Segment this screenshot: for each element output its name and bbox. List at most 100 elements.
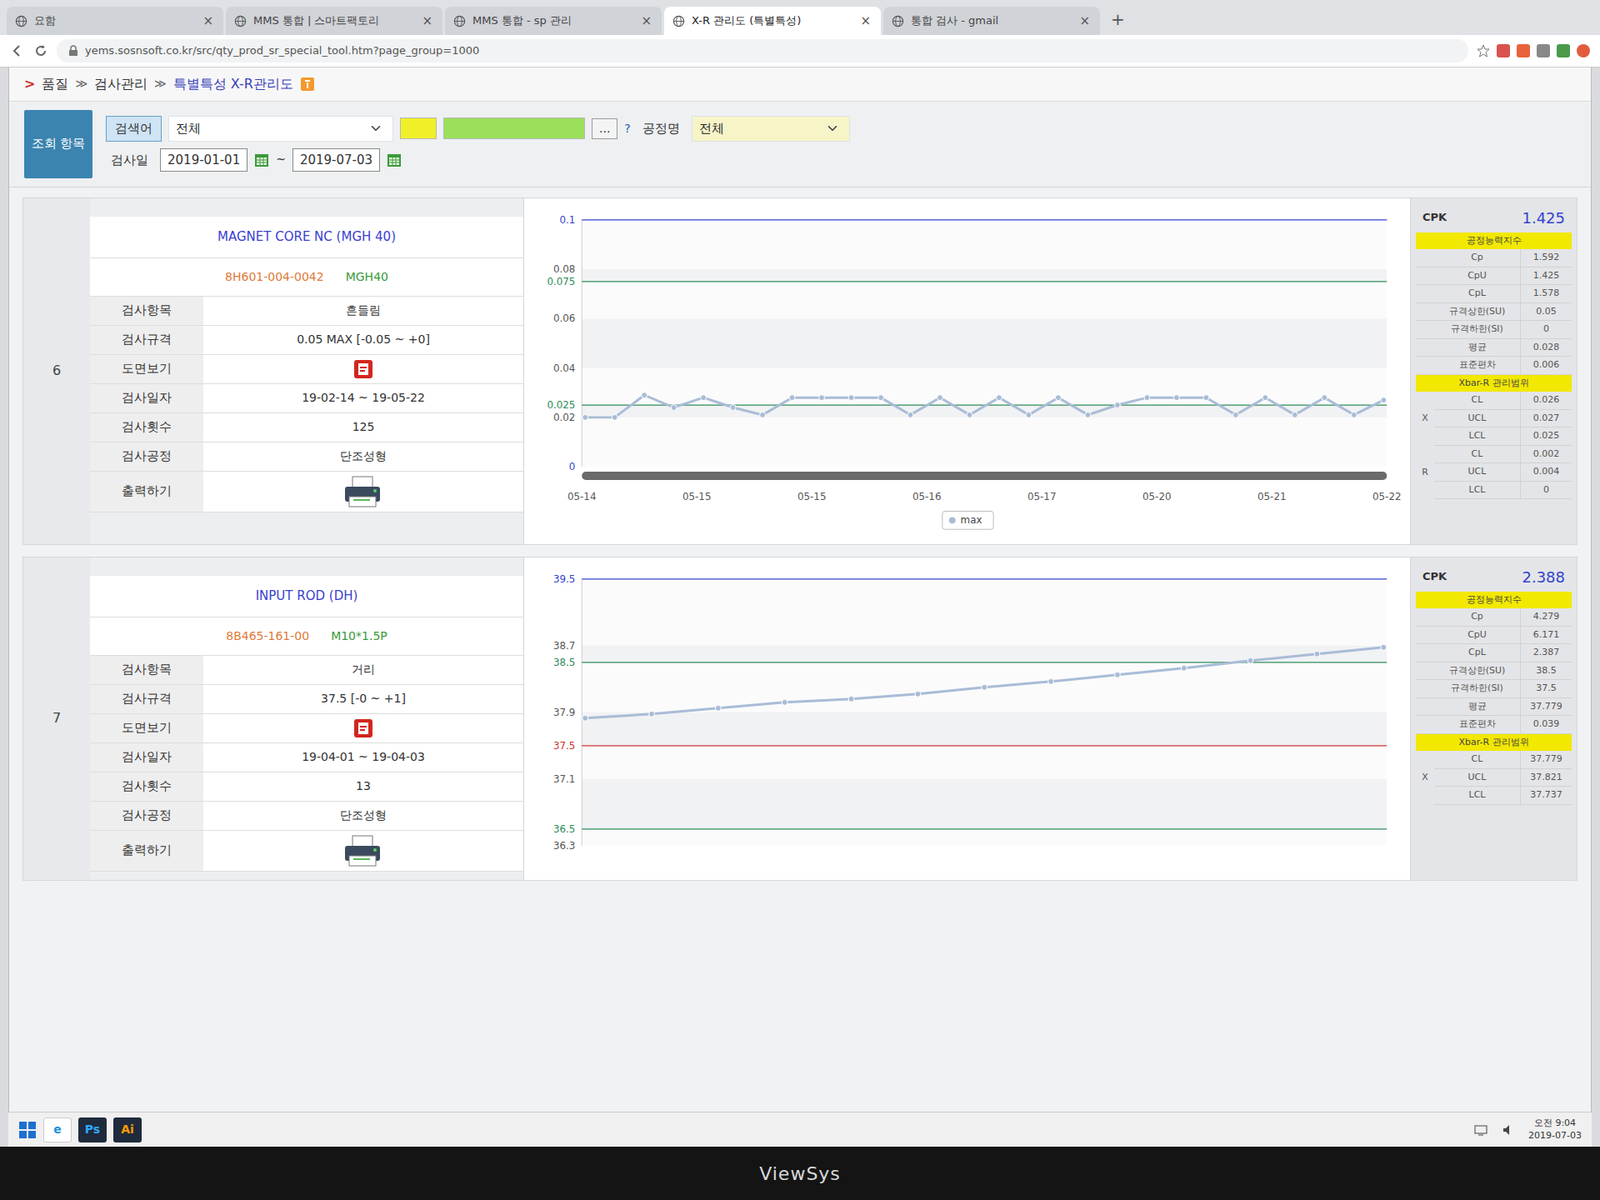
calendar-icon[interactable] <box>254 150 270 169</box>
browser-tab[interactable]: 통합 검사 - gmail× <box>883 6 1100 35</box>
browser-tab[interactable]: MMS 통합 | 스마트팩토리× <box>225 6 443 35</box>
data-point[interactable] <box>1025 411 1032 418</box>
data-point[interactable] <box>641 391 648 398</box>
data-point[interactable] <box>611 414 618 420</box>
axis-tick: 39.5 <box>553 572 575 585</box>
data-point[interactable] <box>1144 394 1150 400</box>
network-icon[interactable] <box>1473 1120 1489 1139</box>
data-point[interactable] <box>1247 657 1254 664</box>
part-title[interactable]: MAGNET CORE NC (MGH 40) <box>90 216 524 259</box>
data-point[interactable] <box>1048 678 1055 685</box>
help-mark[interactable]: ? <box>624 120 630 138</box>
date-to-field[interactable]: 2019-07-03 <box>292 148 380 173</box>
data-point[interactable] <box>1314 650 1320 657</box>
data-point[interactable] <box>781 699 788 705</box>
extension-icon[interactable] <box>1536 44 1550 58</box>
data-point[interactable] <box>878 394 885 400</box>
limit-line <box>581 661 1387 663</box>
stat-value: 0.002 <box>1520 445 1572 464</box>
data-point[interactable] <box>1055 394 1061 400</box>
data-point[interactable] <box>1232 411 1239 418</box>
drawing-icon[interactable] <box>353 718 374 739</box>
data-point[interactable] <box>582 414 589 420</box>
address-field[interactable]: yems.sosnsoft.co.kr/src/qty_prod_sr_spec… <box>56 39 1469 63</box>
field-value: 19-02-14 ~ 19-05-22 <box>203 384 524 413</box>
data-point[interactable] <box>819 394 825 400</box>
keyword-field[interactable] <box>443 117 585 140</box>
scrollbar-track[interactable] <box>581 471 1387 480</box>
taskbar-app[interactable]: Ai <box>113 1117 142 1143</box>
data-point[interactable] <box>700 394 707 400</box>
new-tab-button[interactable]: + <box>1102 3 1134 35</box>
color-field[interactable] <box>400 117 437 140</box>
extension-icon[interactable] <box>1516 44 1530 58</box>
printer-icon[interactable] <box>342 834 385 868</box>
scrollbar-thumb[interactable] <box>581 471 1387 480</box>
data-point[interactable] <box>670 404 677 410</box>
data-point[interactable] <box>1380 644 1387 650</box>
browser-tab[interactable]: X-R 관리도 (특별특성)× <box>664 6 881 35</box>
data-point[interactable] <box>1350 411 1357 418</box>
volume-icon[interactable] <box>1501 1120 1515 1139</box>
extension-icon[interactable] <box>1556 44 1570 58</box>
process-select[interactable]: 전체 <box>691 115 850 142</box>
query-items-button[interactable]: 조회 항목 <box>24 110 93 179</box>
data-point[interactable] <box>789 394 795 400</box>
data-point[interactable] <box>730 404 736 410</box>
field-row: 검사항목거리 <box>90 655 524 685</box>
data-point[interactable] <box>1114 671 1120 678</box>
data-point[interactable] <box>1114 401 1120 408</box>
breadcrumb-item[interactable]: 품질 <box>41 74 69 95</box>
data-point[interactable] <box>1173 394 1180 400</box>
breadcrumb-item[interactable]: 검사관리 <box>94 74 148 95</box>
data-point[interactable] <box>907 411 914 418</box>
data-point[interactable] <box>649 710 655 717</box>
taskbar-app[interactable]: Ps <box>78 1117 107 1143</box>
data-point[interactable] <box>582 715 589 721</box>
data-point[interactable] <box>915 690 921 697</box>
data-point[interactable] <box>848 394 855 400</box>
date-from-field[interactable]: 2019-01-01 <box>160 148 248 173</box>
data-point[interactable] <box>1203 394 1210 400</box>
data-point[interactable] <box>848 695 855 702</box>
browser-tab[interactable]: 요함× <box>6 6 224 35</box>
data-point[interactable] <box>981 684 988 690</box>
data-point[interactable] <box>1180 665 1187 671</box>
stat-label: UCL <box>1434 410 1520 428</box>
legend-box[interactable] <box>942 510 994 530</box>
star-icon[interactable] <box>1476 41 1490 60</box>
tab-close-button[interactable]: × <box>639 11 654 31</box>
tab-close-button[interactable]: × <box>1077 11 1092 31</box>
data-point[interactable] <box>996 394 1003 400</box>
page-help-icon[interactable] <box>300 76 315 92</box>
windows-start-icon[interactable] <box>18 1120 37 1140</box>
back-icon[interactable] <box>10 41 25 60</box>
reload-icon[interactable] <box>33 41 49 60</box>
printer-icon[interactable] <box>342 475 385 509</box>
clock[interactable]: 오전 9:04 2019-07-03 <box>1528 1117 1582 1142</box>
tab-close-button[interactable]: × <box>200 11 215 31</box>
address-text: yems.sosnsoft.co.kr/src/qty_prod_sr_spec… <box>85 42 480 60</box>
more-button[interactable]: ... <box>591 118 618 140</box>
data-point[interactable] <box>760 411 766 418</box>
data-point[interactable] <box>937 394 944 400</box>
browser-tab[interactable]: MMS 통합 - sp 관리× <box>445 6 662 35</box>
y-axis <box>581 578 583 845</box>
data-point[interactable] <box>966 411 973 418</box>
part-title[interactable]: INPUT ROD (DH) <box>90 575 524 618</box>
data-point[interactable] <box>1262 394 1269 400</box>
calendar-icon[interactable] <box>386 150 402 169</box>
extension-icon[interactable] <box>1496 44 1510 58</box>
drawing-icon[interactable] <box>353 359 374 380</box>
keyword-select[interactable]: 전체 <box>168 115 394 142</box>
tab-close-button[interactable]: × <box>858 11 873 31</box>
data-point[interactable] <box>1291 411 1298 418</box>
part-model: M10*1.5P <box>330 627 388 645</box>
data-point[interactable] <box>1321 394 1328 400</box>
profile-icon[interactable] <box>1576 44 1590 58</box>
tab-close-button[interactable]: × <box>420 11 435 31</box>
taskbar-app[interactable]: e <box>43 1117 72 1143</box>
data-point[interactable] <box>715 705 721 711</box>
data-point[interactable] <box>1380 396 1387 403</box>
data-point[interactable] <box>1085 411 1091 418</box>
